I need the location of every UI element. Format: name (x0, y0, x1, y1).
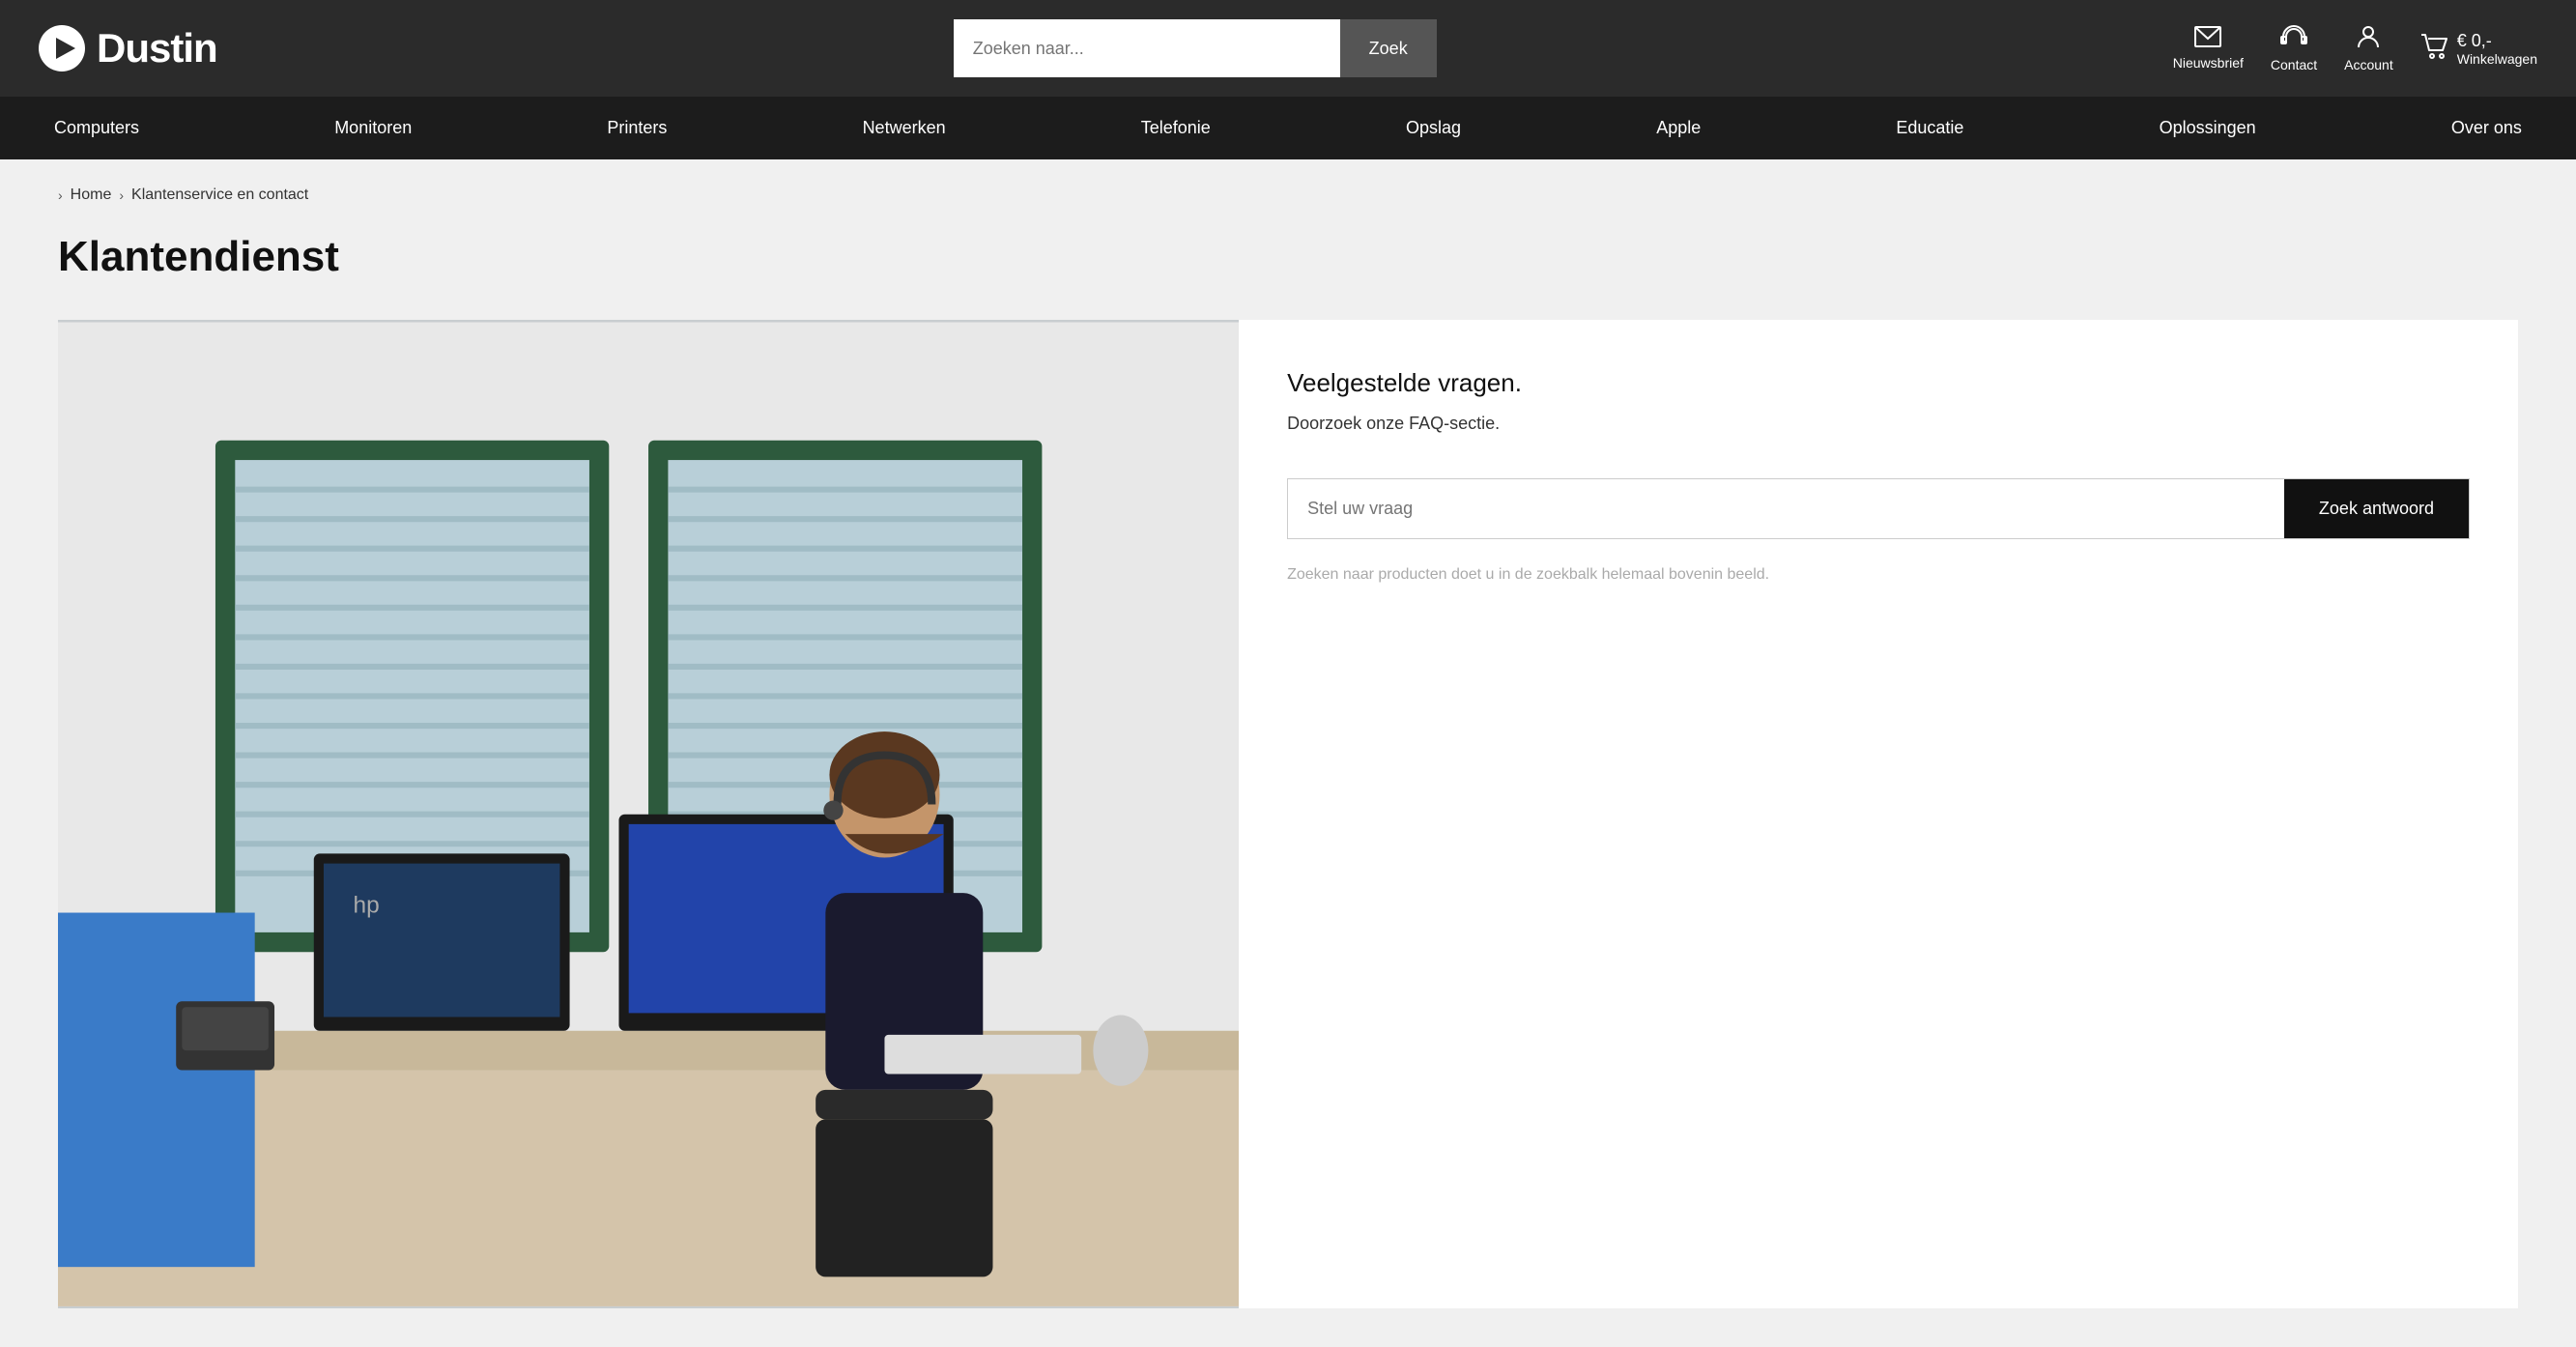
faq-search-button[interactable]: Zoek antwoord (2284, 479, 2469, 538)
faq-subtitle: Doorzoek onze FAQ-sectie. (1287, 414, 2470, 434)
logo-text: Dustin (97, 25, 217, 72)
nav-item-oplossingen[interactable]: Oplossingen (2144, 97, 2272, 159)
envelope-icon (2194, 26, 2221, 51)
faq-hint: Zoeken naar producten doet u in de zoekb… (1287, 566, 2470, 584)
nav-item-educatie[interactable]: Educatie (1880, 97, 1979, 159)
contact-action[interactable]: Contact (2271, 24, 2317, 72)
nav-item-telefonie[interactable]: Telefonie (1126, 97, 1226, 159)
breadcrumb-home-link[interactable]: Home (71, 186, 112, 204)
cart-price: € 0,- (2457, 31, 2492, 51)
person-icon (2357, 24, 2380, 53)
newsletter-action[interactable]: Nieuwsbrief (2173, 26, 2244, 71)
nav-item-over-ons[interactable]: Over ons (2436, 97, 2537, 159)
main-nav: Computers Monitoren Printers Netwerken T… (0, 97, 2576, 159)
page-title: Klantendienst (0, 223, 2576, 320)
cart-icon (2420, 34, 2449, 64)
faq-search-input[interactable] (1288, 479, 2284, 538)
search-area: Zoek (954, 19, 1437, 77)
breadcrumb-home: › Home (58, 186, 111, 204)
cart-action[interactable]: € 0,- Winkelwagen (2420, 31, 2537, 67)
breadcrumb-chevron-2: › (119, 187, 124, 203)
office-image-area: hp (58, 320, 1239, 1308)
breadcrumb-chevron-1: › (58, 187, 63, 203)
search-button[interactable]: Zoek (1340, 19, 1437, 77)
faq-title: Veelgestelde vragen. (1287, 368, 2470, 398)
logo[interactable]: Dustin (39, 25, 217, 72)
right-panel: Veelgestelde vragen. Doorzoek onze FAQ-s… (1239, 320, 2518, 1308)
content-section: hp (58, 320, 2518, 1308)
logo-icon (39, 25, 85, 72)
nav-list: Computers Monitoren Printers Netwerken T… (39, 97, 2537, 159)
nav-item-apple[interactable]: Apple (1641, 97, 1716, 159)
site-header: Dustin Zoek Nieuwsbrief Contact (0, 0, 2576, 97)
account-action[interactable]: Account (2344, 24, 2393, 72)
breadcrumb-current-item: › Klantenservice en contact (119, 186, 308, 204)
svg-text:hp: hp (354, 893, 380, 919)
newsletter-label: Nieuwsbrief (2173, 55, 2244, 71)
breadcrumb: › Home › Klantenservice en contact (0, 159, 2576, 223)
office-image: hp (58, 320, 1239, 1308)
account-label: Account (2344, 57, 2393, 72)
nav-item-computers[interactable]: Computers (39, 97, 155, 159)
nav-item-printers[interactable]: Printers (591, 97, 682, 159)
breadcrumb-current-label: Klantenservice en contact (131, 186, 308, 204)
nav-item-netwerken[interactable]: Netwerken (847, 97, 961, 159)
contact-label: Contact (2271, 57, 2317, 72)
header-actions: Nieuwsbrief Contact Account (2173, 24, 2537, 72)
main-content: › Home › Klantenservice en contact Klant… (0, 159, 2576, 1308)
headset-icon (2280, 24, 2307, 53)
nav-item-monitoren[interactable]: Monitoren (319, 97, 427, 159)
cart-label: Winkelwagen (2457, 51, 2537, 67)
faq-search-row: Zoek antwoord (1287, 478, 2470, 539)
nav-item-opslag[interactable]: Opslag (1390, 97, 1476, 159)
search-input[interactable] (954, 19, 1340, 77)
